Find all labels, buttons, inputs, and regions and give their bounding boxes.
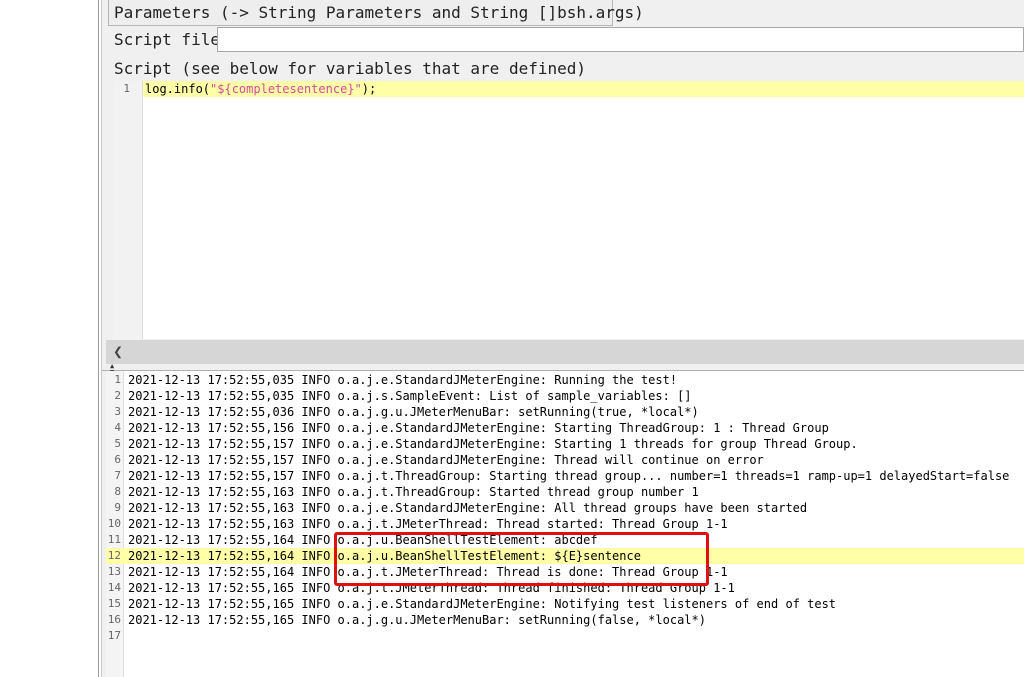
log-line-number: 8 (114, 485, 121, 498)
log-line[interactable]: 10 2021-12-13 17:52:55,163 INFO o.a.j.t.J… (106, 516, 1024, 532)
log-line-text: 2021-12-13 17:52:55,163 INFO o.a.j.t.JMe… (128, 517, 728, 531)
log-line[interactable]: 9 2021-12-13 17:52:55,163 INFO o.a.j.e.St… (106, 500, 1024, 516)
log-line-number: 3 (114, 405, 121, 418)
log-line[interactable]: 1 2021-12-13 17:52:55,035 INFO o.a.j.e.St… (106, 372, 1024, 388)
log-line-number: 13 (107, 565, 121, 578)
annotation-highlight-box (334, 532, 709, 586)
parameters-label: Parameters (-> String Parameters and Str… (114, 3, 644, 22)
editor-line-number: 1 (123, 82, 130, 95)
log-line[interactable]: 6 2021-12-13 17:52:55,157 INFO o.a.j.e.St… (106, 452, 1024, 468)
log-line-number: 11 (107, 533, 121, 546)
log-line-text: 2021-12-13 17:52:55,165 INFO o.a.j.e.Sta… (128, 597, 837, 611)
horizontal-scrollbar[interactable] (106, 340, 1024, 364)
log-line[interactable]: 15 2021-12-13 17:52:55,165 INFO o.a.j.e.S… (106, 596, 1024, 612)
log-line-text: 2021-12-13 17:52:55,036 INFO o.a.j.g.u.J… (128, 405, 699, 419)
log-line[interactable]: 4 2021-12-13 17:52:55,156 INFO o.a.j.e.St… (106, 420, 1024, 436)
log-line-number: 12 (107, 549, 121, 562)
log-line-number: 10 (107, 517, 121, 530)
log-line-text: 2021-12-13 17:52:55,157 INFO o.a.j.e.Sta… (128, 453, 764, 467)
log-line-text: 2021-12-13 17:52:55,035 INFO o.a.j.e.Sta… (128, 373, 678, 387)
log-line[interactable]: 2 2021-12-13 17:52:55,035 INFO o.a.j.s.Sa… (106, 388, 1024, 404)
log-line-text: 2021-12-13 17:52:55,035 INFO o.a.j.s.Sam… (128, 389, 692, 403)
log-line-text: 2021-12-13 17:52:55,163 INFO o.a.j.t.Thr… (128, 485, 699, 499)
script-editor[interactable] (114, 81, 1024, 339)
log-line[interactable]: 16 2021-12-13 17:52:55,165 INFO o.a.j.g.u… (106, 612, 1024, 628)
log-line-text: 2021-12-13 17:52:55,165 INFO o.a.j.g.u.J… (128, 613, 706, 627)
log-line-text: 2021-12-13 17:52:55,156 INFO o.a.j.e.Sta… (128, 421, 829, 435)
script-file-input[interactable] (217, 27, 1024, 52)
code-call: log.info( (145, 82, 211, 96)
log-line[interactable]: 8 2021-12-13 17:52:55,163 INFO o.a.j.t.Th… (106, 484, 1024, 500)
log-line[interactable]: 7 2021-12-13 17:52:55,157 INFO o.a.j.t.Th… (106, 468, 1024, 484)
log-line-number: 7 (114, 469, 121, 482)
editor-code-line[interactable]: log.info("${completesentence}"); (145, 81, 376, 97)
script-section-label: Script (see below for variables that are… (114, 59, 587, 78)
log-line-number: 14 (107, 581, 121, 594)
log-line-number: 5 (114, 437, 121, 450)
log-line-text: 2021-12-13 17:52:55,157 INFO o.a.j.t.Thr… (128, 469, 1010, 483)
log-line-number: 1 (114, 373, 121, 386)
log-line-number: 2 (114, 389, 121, 402)
log-line-number: 17 (107, 629, 121, 642)
log-line[interactable]: 3 2021-12-13 17:52:55,036 INFO o.a.j.g.u.… (106, 404, 1024, 420)
script-file-label: Script file (114, 30, 220, 49)
code-string-literal: "${completesentence}" (210, 82, 362, 96)
panel-divider[interactable] (98, 0, 99, 677)
log-line[interactable]: 5 2021-12-13 17:52:55,157 INFO o.a.j.e.St… (106, 436, 1024, 452)
log-line-number: 4 (114, 421, 121, 434)
log-line-number: 6 (114, 453, 121, 466)
log-line-number: 9 (114, 501, 121, 514)
editor-line-gutter: 1 (114, 81, 143, 339)
left-tree-panel (0, 0, 98, 677)
log-splitter[interactable] (102, 364, 1024, 371)
chevron-left-icon[interactable]: ❮ (110, 343, 126, 361)
log-line-number: 15 (107, 597, 121, 610)
log-line[interactable]: 17 (106, 628, 1024, 644)
log-line-text: 2021-12-13 17:52:55,157 INFO o.a.j.e.Sta… (128, 437, 858, 451)
code-suffix: ); (361, 82, 377, 96)
log-line-text: 2021-12-13 17:52:55,163 INFO o.a.j.e.Sta… (128, 501, 808, 515)
log-line-number: 16 (107, 613, 121, 626)
